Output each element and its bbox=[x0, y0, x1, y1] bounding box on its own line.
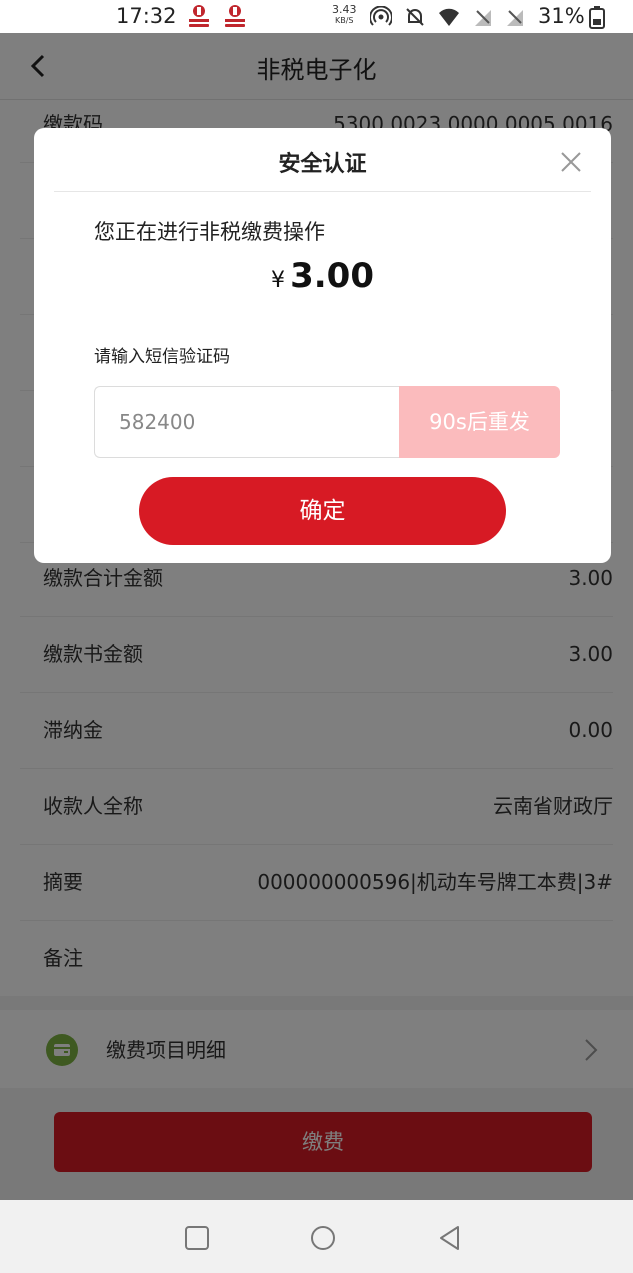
net-speed-unit: KB/S bbox=[334, 16, 354, 25]
payment-amount: ¥ 3.00 bbox=[34, 256, 611, 296]
bank-app-icon bbox=[189, 5, 209, 27]
dialog-title: 安全认证 bbox=[278, 152, 367, 177]
security-dialog: 安全认证 您正在进行非税缴费操作 ¥ 3.00 请输入短信验证码 90s后重发 … bbox=[34, 128, 611, 563]
square-icon[interactable] bbox=[183, 1224, 211, 1252]
bank-app-icon bbox=[225, 5, 245, 27]
dialog-divider bbox=[54, 191, 591, 192]
status-bar: 17:32 3.43 KB/S 31% bbox=[0, 0, 633, 33]
system-nav-bar bbox=[0, 1200, 633, 1273]
resend-code-button[interactable]: 90s后重发 bbox=[399, 386, 560, 458]
sms-code-input[interactable] bbox=[94, 386, 399, 458]
no-sim-icon bbox=[475, 10, 491, 26]
mute-icon bbox=[406, 8, 424, 26]
battery-percent: 31% bbox=[538, 4, 585, 28]
close-icon[interactable] bbox=[560, 151, 582, 173]
hotspot-icon bbox=[370, 6, 392, 26]
amount-value: 3.00 bbox=[290, 256, 374, 296]
net-speed: 3.43 KB/S bbox=[332, 3, 357, 26]
battery-icon bbox=[589, 6, 605, 29]
status-time: 17:32 bbox=[116, 4, 177, 28]
back-triangle-icon[interactable] bbox=[436, 1224, 464, 1252]
currency-symbol: ¥ bbox=[271, 268, 285, 293]
sms-code-label: 请输入短信验证码 bbox=[94, 347, 230, 367]
confirm-button[interactable]: 确定 bbox=[139, 477, 506, 545]
no-sim-icon bbox=[507, 10, 523, 26]
screen: 17:32 3.43 KB/S 31% 安全认证 您正在进行非税缴费操作 ¥ 3… bbox=[0, 0, 633, 1273]
circle-icon[interactable] bbox=[309, 1224, 337, 1252]
net-speed-value: 3.43 bbox=[332, 3, 357, 16]
dialog-message: 您正在进行非税缴费操作 bbox=[94, 220, 325, 244]
wifi-icon bbox=[439, 8, 459, 26]
